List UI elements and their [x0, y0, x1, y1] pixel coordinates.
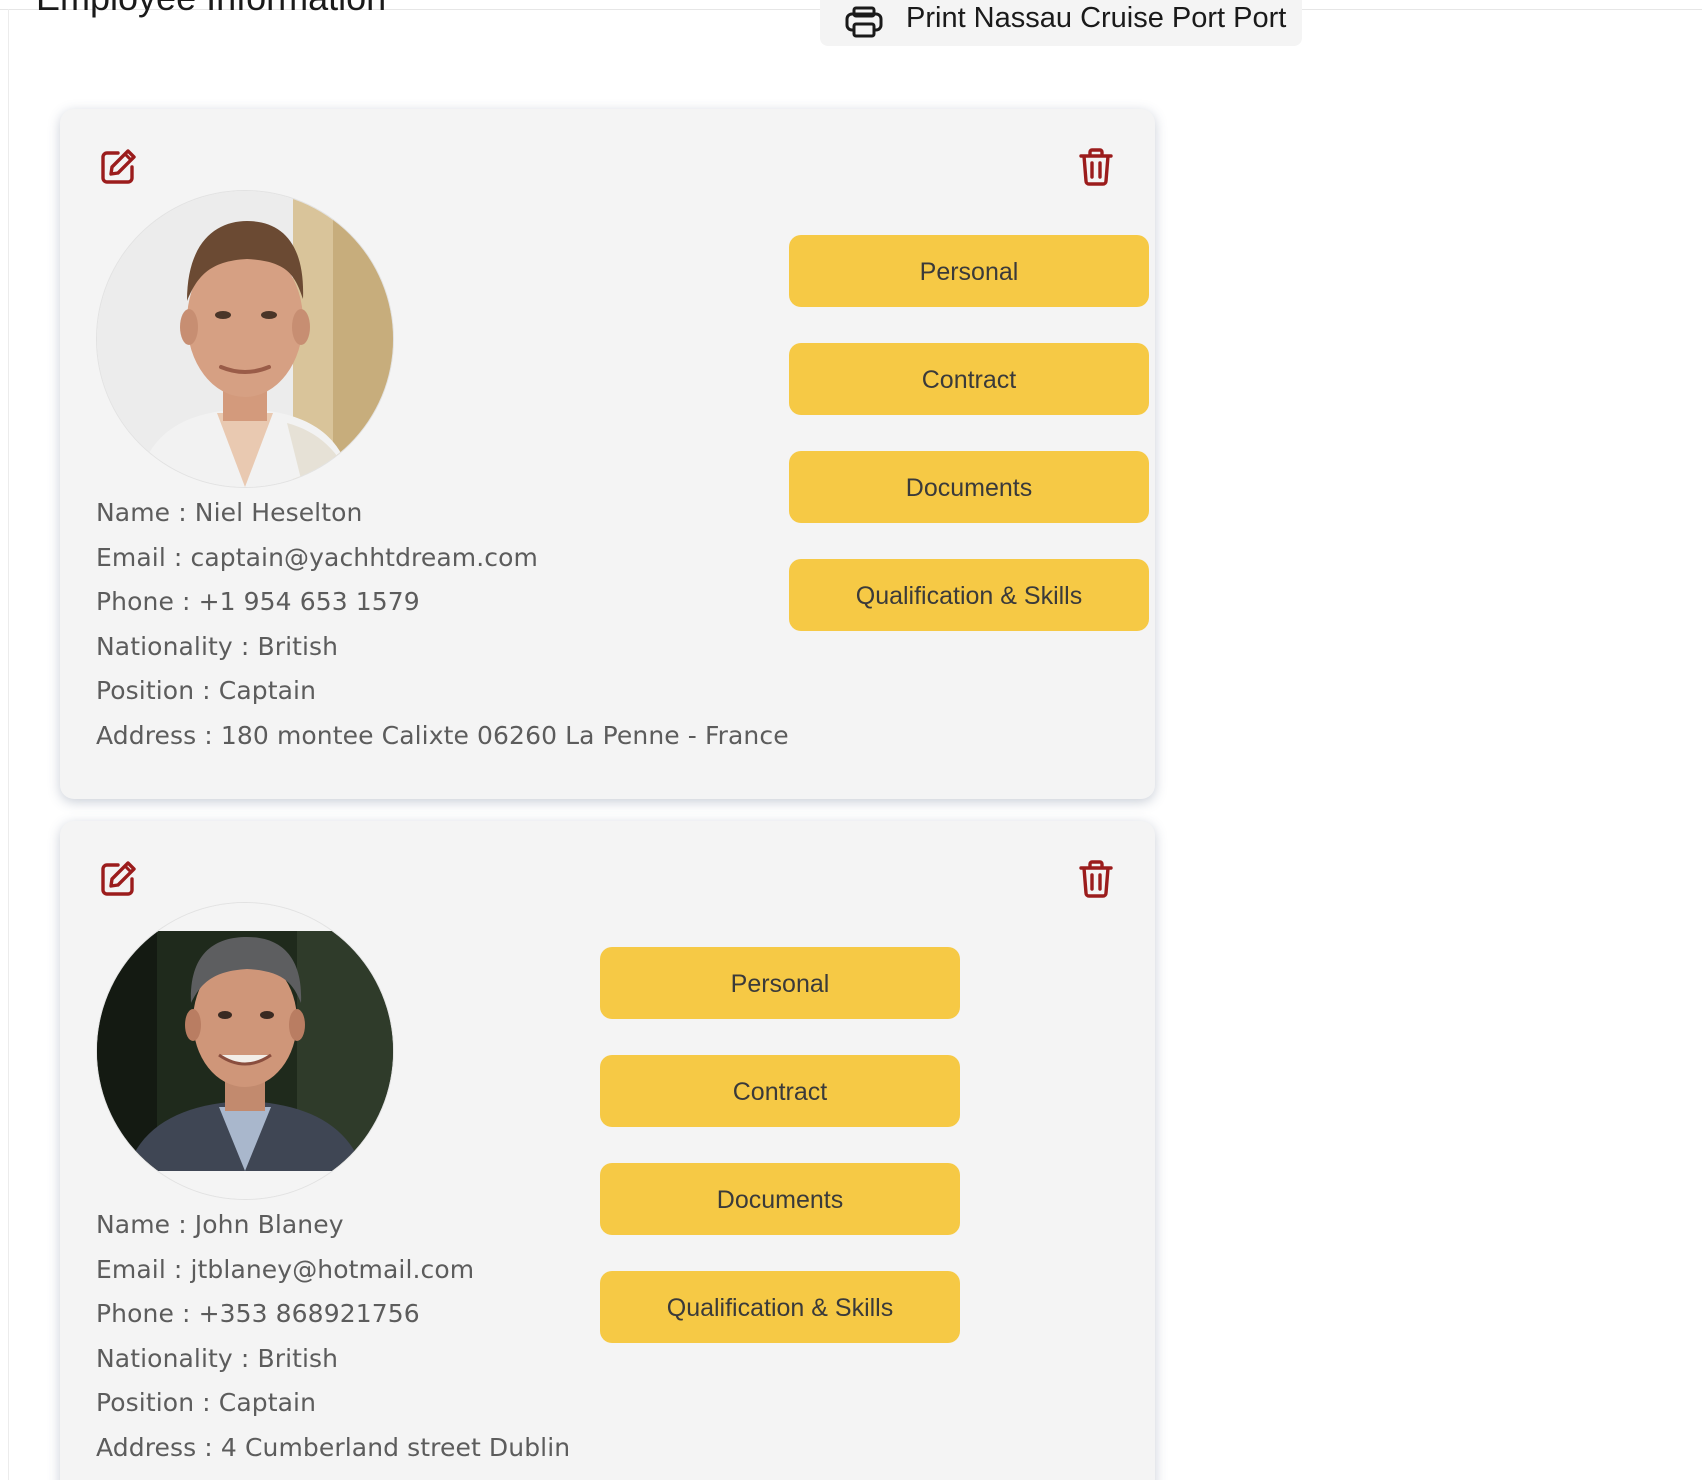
edit-icon — [101, 861, 136, 896]
personal-button[interactable]: Personal — [789, 235, 1149, 307]
edit-button[interactable] — [96, 145, 140, 189]
employee-card: Name : John Blaney Email : jtblaney@hotm… — [60, 821, 1155, 1480]
print-button-label: Print Nassau Cruise Port Port — [906, 1, 1287, 34]
avatar — [97, 903, 393, 1199]
employee-card: Name : Niel Heselton Email : captain@yac… — [60, 109, 1155, 799]
employee-email: Email : jtblaney@hotmail.com — [96, 1254, 475, 1284]
contract-button[interactable]: Contract — [600, 1055, 960, 1127]
employee-address: Address : 4 Cumberland street Dublin — [96, 1432, 571, 1462]
employee-details: Name : John Blaney Email : jtblaney@hotm… — [96, 1203, 570, 1471]
left-divider — [8, 9, 9, 1480]
printer-icon — [845, 6, 883, 38]
documents-button[interactable]: Documents — [600, 1163, 960, 1235]
documents-button[interactable]: Documents — [789, 451, 1149, 523]
delete-button[interactable] — [1074, 857, 1118, 901]
employee-position: Position : Captain — [96, 1388, 317, 1418]
edit-icon — [101, 149, 136, 184]
employee-nationality: Nationality : British — [96, 631, 339, 661]
employee-photo — [97, 191, 393, 487]
employee-name: Name : Niel Heselton — [96, 498, 363, 527]
contract-button[interactable]: Contract — [789, 343, 1149, 415]
employee-address: Address : 180 montee Calixte 06260 La Pe… — [96, 720, 789, 750]
trash-icon — [1079, 148, 1113, 186]
delete-button[interactable] — [1074, 145, 1118, 189]
avatar — [97, 191, 393, 487]
employee-details: Name : Niel Heselton Email : captain@yac… — [96, 491, 789, 759]
qualification-skills-button[interactable]: Qualification & Skills — [789, 559, 1149, 631]
employee-phone: Phone : +353 868921756 — [96, 1299, 420, 1329]
print-button[interactable]: Print Nassau Cruise Port Port — [820, 0, 1302, 46]
employee-actions: Personal Contract Documents Qualificatio… — [600, 947, 960, 1379]
qualification-skills-button[interactable]: Qualification & Skills — [600, 1271, 960, 1343]
employee-name: Name : John Blaney — [96, 1210, 344, 1239]
employee-phone: Phone : +1 954 653 1579 — [96, 587, 420, 617]
page-title: Employee Information — [36, 0, 386, 20]
employee-email: Email : captain@yachhtdream.com — [96, 542, 538, 572]
edit-button[interactable] — [96, 857, 140, 901]
employee-photo — [97, 903, 393, 1199]
page: Employee Information Print Nassau Cruise… — [0, 0, 1702, 1480]
personal-button[interactable]: Personal — [600, 947, 960, 1019]
employee-position: Position : Captain — [96, 676, 317, 706]
employee-nationality: Nationality : British — [96, 1343, 339, 1373]
employee-actions: Personal Contract Documents Qualificatio… — [789, 235, 1149, 667]
trash-icon — [1079, 860, 1113, 898]
